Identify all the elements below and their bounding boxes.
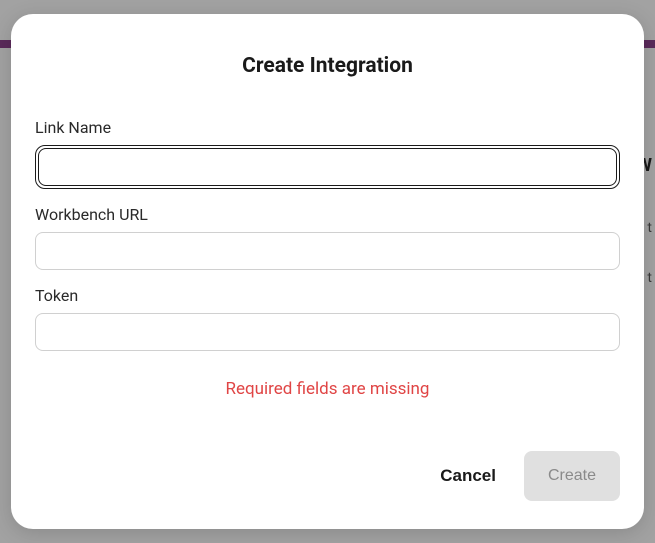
backdrop-line-2: t <box>647 270 652 286</box>
link-name-input[interactable] <box>38 148 617 186</box>
workbench-url-label: Workbench URL <box>35 205 620 224</box>
link-name-label: Link Name <box>35 118 620 137</box>
backdrop-line-1: t <box>647 220 652 236</box>
link-name-group: Link Name <box>35 118 620 189</box>
link-name-input-wrapper <box>35 145 620 189</box>
workbench-url-input-wrapper <box>35 232 620 270</box>
token-input[interactable] <box>35 313 620 351</box>
workbench-url-input[interactable] <box>35 232 620 270</box>
workbench-url-group: Workbench URL <box>35 205 620 270</box>
token-group: Token <box>35 286 620 351</box>
token-label: Token <box>35 286 620 305</box>
modal-actions: Cancel Create <box>35 451 620 501</box>
create-button[interactable]: Create <box>524 451 620 501</box>
create-integration-modal: Create Integration Link Name Workbench U… <box>11 14 644 529</box>
token-input-wrapper <box>35 313 620 351</box>
cancel-button[interactable]: Cancel <box>436 458 500 494</box>
error-message: Required fields are missing <box>35 379 620 399</box>
modal-title: Create Integration <box>35 54 620 78</box>
